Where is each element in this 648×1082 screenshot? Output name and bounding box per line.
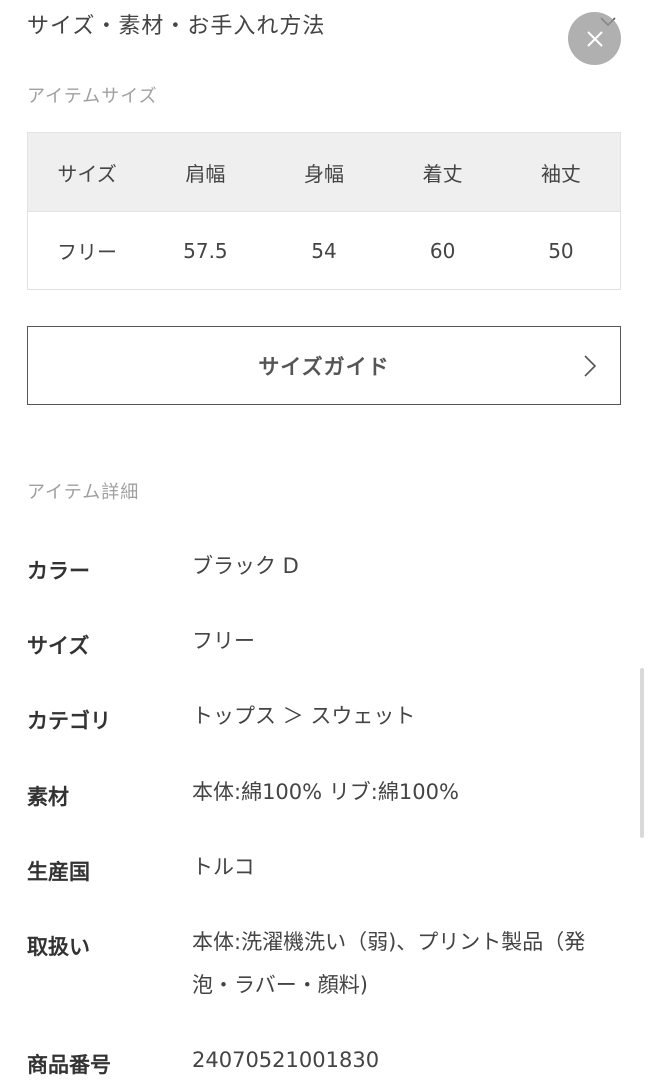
detail-key: カラー bbox=[27, 559, 90, 583]
table-cell: 50 bbox=[548, 238, 574, 263]
table-cell: 57.5 bbox=[183, 238, 228, 263]
detail-key: 素材 bbox=[27, 785, 69, 809]
size-table: サイズ 肩幅 身幅 着丈 袖丈 フリー 57.5 54 60 50 bbox=[27, 132, 621, 290]
detail-value: 本体:洗濯機洗い（弱)、プリント製品（発泡・ラバー・顔料) bbox=[192, 930, 586, 997]
column-header: 肩幅 bbox=[146, 132, 265, 212]
size-guide-button[interactable]: サイズガイド bbox=[27, 326, 621, 405]
size-guide-label: サイズガイド bbox=[258, 354, 390, 379]
close-icon bbox=[586, 30, 603, 47]
detail-key: 商品番号 bbox=[27, 1053, 111, 1077]
detail-value: 本体:綿100% リブ:綿100% bbox=[192, 780, 459, 804]
item-detail-heading: アイテム詳細 bbox=[27, 482, 140, 503]
detail-value: ブラック D bbox=[192, 554, 299, 578]
column-header: 身幅 bbox=[264, 132, 384, 212]
table-row: フリー 57.5 54 60 50 bbox=[28, 212, 621, 290]
page-title: サイズ・素材・お手入れ方法 bbox=[27, 14, 326, 39]
column-header: 着丈 bbox=[383, 132, 502, 212]
detail-value: トップス ＞ スウェット bbox=[192, 704, 416, 728]
table-cell: 54 bbox=[311, 238, 337, 263]
column-header: 袖丈 bbox=[501, 132, 621, 212]
detail-value: トルコ bbox=[192, 855, 255, 879]
detail-key: カテゴリ bbox=[27, 709, 111, 733]
column-header: サイズ bbox=[27, 132, 147, 212]
table-header-row: サイズ 肩幅 身幅 着丈 袖丈 bbox=[27, 132, 621, 212]
detail-value: 24070521001830 bbox=[192, 1048, 380, 1072]
close-button[interactable] bbox=[568, 12, 621, 65]
item-size-heading: アイテムサイズ bbox=[27, 86, 158, 107]
detail-key: 取扱い bbox=[27, 935, 90, 959]
table-cell: 60 bbox=[429, 238, 456, 263]
detail-value: フリー bbox=[192, 629, 255, 653]
scrollbar[interactable] bbox=[640, 668, 644, 838]
detail-key: サイズ bbox=[27, 634, 90, 658]
table-cell: フリー bbox=[57, 240, 118, 264]
detail-key: 生産国 bbox=[27, 860, 90, 884]
chevron-right-icon bbox=[584, 355, 597, 377]
